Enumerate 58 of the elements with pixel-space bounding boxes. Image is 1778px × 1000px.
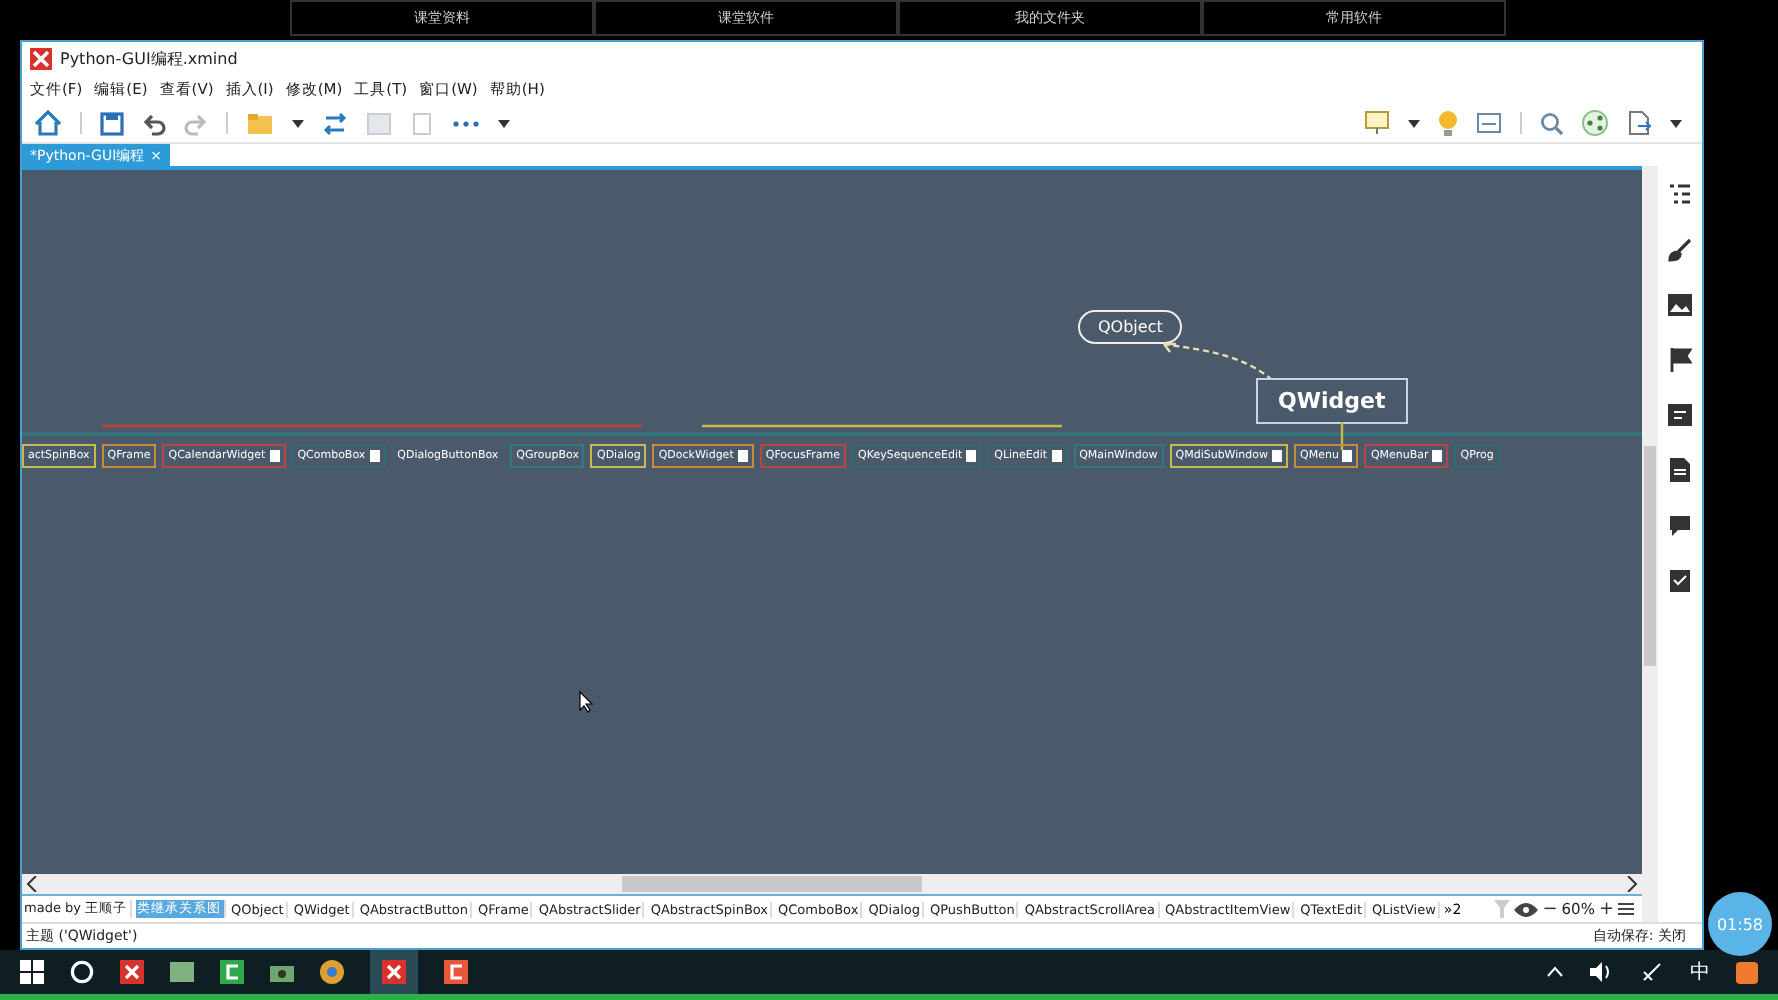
chevron-up-icon[interactable] <box>1546 966 1564 978</box>
camera-icon[interactable] <box>270 960 294 984</box>
windows-start-icon[interactable] <box>20 960 44 984</box>
presentation-icon[interactable] <box>1364 110 1390 136</box>
app-logo-icon <box>382 960 406 984</box>
app-c-icon[interactable] <box>444 960 468 984</box>
text-box-icon[interactable] <box>1668 404 1692 426</box>
caret-icon[interactable] <box>1670 119 1682 127</box>
note-icon[interactable] <box>1432 450 1443 462</box>
scroll-thumb[interactable] <box>1644 446 1656 666</box>
app-logo-icon[interactable] <box>120 960 144 984</box>
browser-icon[interactable] <box>320 960 344 984</box>
mouse-cursor-icon <box>578 690 594 714</box>
document-icon[interactable] <box>1670 458 1690 482</box>
search-circle-icon[interactable] <box>70 960 94 984</box>
search-icon[interactable] <box>1540 111 1564 135</box>
caret-icon[interactable] <box>292 119 304 127</box>
input-method-indicator[interactable]: 中 <box>1690 958 1710 986</box>
note-icon[interactable] <box>269 450 280 462</box>
central-topic[interactable]: QWidget <box>1256 378 1408 424</box>
menu-icon[interactable] <box>1618 902 1634 916</box>
lightbulb-icon[interactable] <box>1438 109 1458 137</box>
note-icon[interactable] <box>966 450 977 462</box>
swap-icon[interactable] <box>322 111 348 135</box>
relationship-line <box>1162 342 1274 382</box>
undo-icon[interactable] <box>142 111 166 135</box>
note-icon[interactable] <box>1342 450 1353 462</box>
note-icon[interactable] <box>369 450 380 462</box>
home-icon[interactable] <box>34 110 62 136</box>
note-icon[interactable] <box>737 450 748 462</box>
caret-icon[interactable] <box>1408 119 1420 127</box>
zoom-in-button[interactable]: + <box>1598 899 1614 919</box>
speaker-icon[interactable] <box>1590 962 1614 982</box>
outline-icon[interactable] <box>1668 182 1692 206</box>
caret-icon[interactable] <box>498 119 510 127</box>
scroll-right-icon[interactable] <box>1626 876 1638 892</box>
brush-icon[interactable] <box>1668 238 1692 262</box>
connector-line <box>1340 422 1344 450</box>
tray-app-icon[interactable] <box>1736 961 1758 983</box>
export-icon[interactable] <box>1626 110 1652 136</box>
share-icon[interactable] <box>1582 110 1608 136</box>
comment-icon[interactable] <box>1668 514 1692 536</box>
timer-badge: 01:58 <box>1708 892 1772 956</box>
note-icon[interactable] <box>1051 450 1062 462</box>
scroll-left-icon[interactable] <box>26 876 38 892</box>
save-icon[interactable] <box>100 111 124 135</box>
app-c-icon[interactable] <box>220 960 244 984</box>
flag-icon[interactable] <box>1669 348 1691 372</box>
zoom-out-button[interactable]: − <box>1542 899 1558 919</box>
floating-topic[interactable]: QObject <box>1078 310 1183 344</box>
window-title: Python-GUI编程.xmind <box>60 48 238 70</box>
scroll-thumb[interactable] <box>622 876 922 892</box>
clipboard-icon[interactable] <box>1670 568 1690 592</box>
app-task-button[interactable] <box>370 950 418 994</box>
app-logo-icon <box>30 48 52 70</box>
eye-icon[interactable] <box>1514 901 1539 917</box>
window-icon[interactable] <box>1476 112 1502 134</box>
more-icon[interactable] <box>452 119 480 127</box>
